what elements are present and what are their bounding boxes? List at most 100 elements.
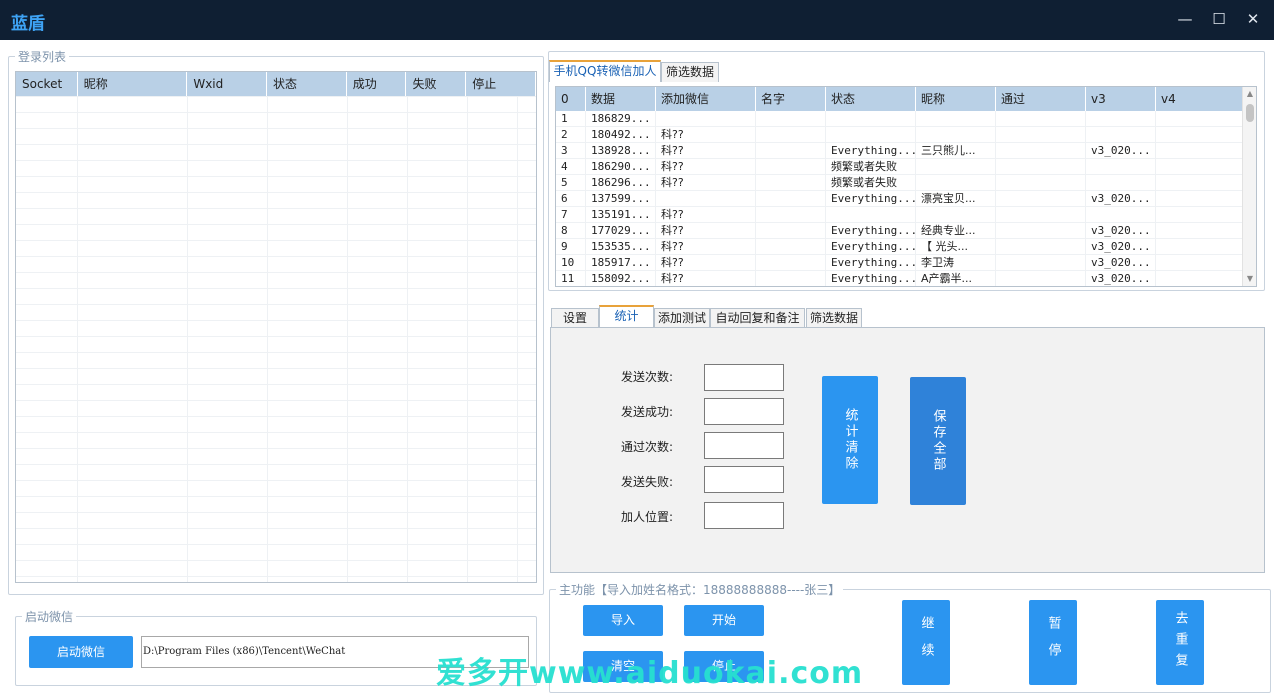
scroll-thumb[interactable] [1246, 104, 1254, 122]
column-v4[interactable]: v4 [1156, 87, 1243, 111]
table-cell [756, 111, 826, 126]
tab-qq-convert[interactable]: 手机QQ转微信加人 [549, 60, 661, 82]
table-cell: 9 [556, 239, 586, 254]
minimize-icon[interactable]: — [1173, 8, 1197, 30]
table-row[interactable]: 5 186296... 科?? 频繁或者失败 [556, 175, 1256, 191]
table-row[interactable]: 6 137599... Everything... 漂亮宝贝... v3_020... [556, 191, 1256, 207]
table-cell [756, 175, 826, 190]
table-cell: 180492... [586, 127, 656, 142]
send-count-label: 发送次数: [621, 370, 674, 384]
column-stop[interactable]: 停止 [466, 72, 536, 96]
table-row[interactable]: 11 158092... 科?? Everything... A产霸半... v3_020… [556, 271, 1256, 286]
table-cell: 185917... [586, 255, 656, 270]
table-cell [756, 255, 826, 270]
table-cell [1086, 175, 1156, 190]
table-cell: 5 [556, 175, 586, 190]
table-cell [1086, 127, 1156, 142]
send-success-label: 发送成功: [621, 405, 674, 419]
table-cell [996, 127, 1086, 142]
data-table[interactable]: 0 数据 添加微信 名字 状态 昵称 通过 v3 v4 1 186829... 2 1… [555, 86, 1257, 287]
table-cell: v3_020... [1086, 255, 1156, 270]
table-cell [756, 223, 826, 238]
column-fail[interactable]: 失败 [406, 72, 467, 96]
table-row[interactable]: 7 135191... 科?? [556, 207, 1256, 223]
close-icon[interactable]: ✕ [1241, 8, 1265, 30]
table-cell: 漂亮宝贝... [916, 191, 996, 206]
table-cell [756, 207, 826, 222]
import-button[interactable]: 导入 [583, 605, 663, 636]
send-success-field[interactable] [704, 398, 784, 425]
table-row[interactable]: 1 186829... [556, 111, 1256, 127]
scroll-down-icon[interactable]: ▼ [1243, 272, 1256, 286]
tab-add-test[interactable]: 添加测试 [654, 308, 710, 328]
column-name[interactable]: 名字 [756, 87, 826, 111]
table-cell: 三只熊儿... [916, 143, 996, 158]
table-cell: Everything... [826, 239, 916, 254]
table-cell: 11 [556, 271, 586, 286]
table-cell [996, 271, 1086, 286]
grid-divider [517, 96, 518, 582]
table-cell [996, 207, 1086, 222]
table-cell: 频繁或者失败 [826, 159, 916, 174]
table-cell: 科?? [656, 207, 756, 222]
column-passed[interactable]: 通过 [996, 87, 1086, 111]
table-cell: 李卫涛 [916, 255, 996, 270]
save-all-button[interactable]: 保存全部 [910, 377, 966, 505]
table-cell [756, 127, 826, 142]
continue-button[interactable]: 继续 [902, 600, 950, 685]
column-add-wechat[interactable]: 添加微信 [656, 87, 756, 111]
data-table-scrollbar[interactable]: ▲ ▼ [1242, 87, 1256, 286]
table-row[interactable]: 9 153535... 科?? Everything... 【 光头... v3_020.… [556, 239, 1256, 255]
tab-filter-data-top[interactable]: 筛选数据 [661, 62, 719, 82]
table-row[interactable]: 4 186290... 科?? 频繁或者失败 [556, 159, 1256, 175]
tab-filter-data[interactable]: 筛选数据 [806, 308, 862, 328]
column-nick[interactable]: 昵称 [916, 87, 996, 111]
column-status[interactable]: 状态 [267, 72, 347, 96]
send-count-field[interactable] [704, 364, 784, 391]
pass-count-field[interactable] [704, 432, 784, 459]
column-socket[interactable]: Socket [16, 72, 78, 96]
table-cell: 科?? [656, 143, 756, 158]
column-v3[interactable]: v3 [1086, 87, 1156, 111]
save-all-label: 保存全部 [930, 409, 946, 473]
tab-auto-reply[interactable]: 自动回复和备注 [710, 308, 805, 328]
table-cell: 137599... [586, 191, 656, 206]
table-row[interactable]: 2 180492... 科?? [556, 127, 1256, 143]
title-bar: 蓝盾 — ☐ ✕ [0, 0, 1274, 40]
login-list-table[interactable]: Socket 昵称 Wxid 状态 成功 失败 停止 [15, 71, 537, 583]
scroll-up-icon[interactable]: ▲ [1243, 87, 1256, 101]
table-cell [1156, 239, 1243, 254]
table-row[interactable]: 3 138928... 科?? Everything... 三只熊儿... v3_020.… [556, 143, 1256, 159]
send-fail-field[interactable] [704, 466, 784, 493]
tab-statistics[interactable]: 统计 [599, 305, 654, 327]
grid-divider [267, 96, 268, 582]
table-cell [996, 191, 1086, 206]
grid-divider [467, 96, 468, 582]
table-cell [756, 191, 826, 206]
tab-settings[interactable]: 设置 [551, 308, 599, 328]
column-index[interactable]: 0 [556, 87, 586, 111]
table-row[interactable]: 8 177029... 科?? Everything... 经典专业... v3_020.… [556, 223, 1256, 239]
clear-stats-button[interactable]: 统计清除 [822, 376, 878, 504]
table-row[interactable]: 10 185917... 科?? Everything... 李卫涛 v3_020... [556, 255, 1256, 271]
pause-button[interactable]: 暂停 [1029, 600, 1077, 685]
column-data[interactable]: 数据 [586, 87, 656, 111]
maximize-icon[interactable]: ☐ [1207, 8, 1231, 30]
launch-wechat-button[interactable]: 启动微信 [29, 636, 133, 668]
table-cell [1156, 127, 1243, 142]
column-nickname[interactable]: 昵称 [78, 72, 188, 96]
table-cell [1156, 271, 1243, 286]
table-cell: v3_020... [1086, 223, 1156, 238]
table-cell [996, 239, 1086, 254]
table-cell [1156, 175, 1243, 190]
column-success[interactable]: 成功 [347, 72, 407, 96]
column-wxid[interactable]: Wxid [187, 72, 268, 96]
table-cell: 【 光头... [916, 239, 996, 254]
add-position-label: 加人位置: [621, 510, 674, 524]
column-state[interactable]: 状态 [826, 87, 916, 111]
dedupe-button[interactable]: 去重复 [1156, 600, 1204, 685]
add-position-field[interactable] [704, 502, 784, 529]
table-cell [826, 127, 916, 142]
table-cell: 10 [556, 255, 586, 270]
start-button[interactable]: 开始 [684, 605, 764, 636]
